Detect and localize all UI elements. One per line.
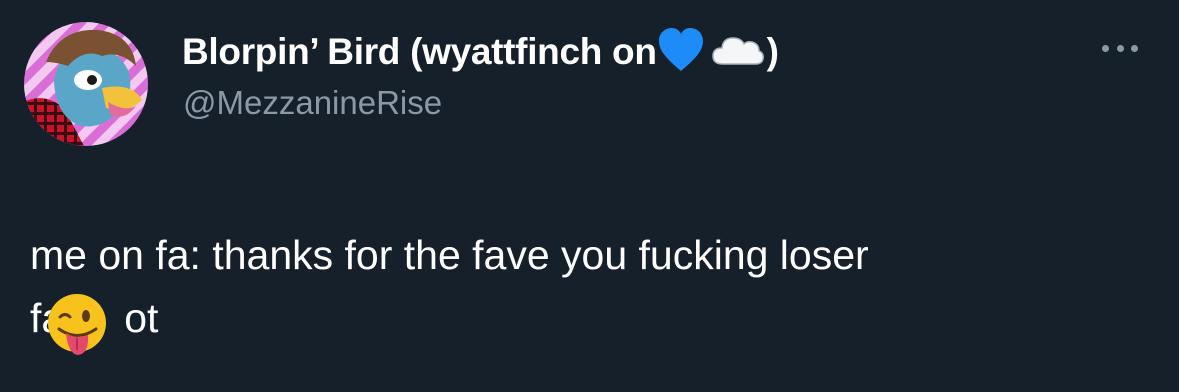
tweet-line-2-end: ot (124, 295, 159, 341)
tweet-line-2: fa ot (30, 287, 1150, 355)
author-name-row[interactable]: Blorpin’ Bird (wyattfinch on ) (182, 27, 779, 78)
more-dot-icon (1116, 44, 1124, 52)
blue-heart-icon (657, 27, 705, 78)
cloud-icon (711, 32, 765, 73)
tweet-line-1: me on fa: thanks for the fave you fuckin… (30, 232, 869, 278)
more-options-button[interactable] (1102, 38, 1138, 58)
author-name-suffix[interactable]: ) (767, 31, 779, 73)
tweet-body: me on fa: thanks for the fave you fuckin… (30, 224, 1150, 355)
winking-face-with-tongue-icon (48, 294, 107, 355)
author-handle[interactable]: @MezzanineRise (183, 84, 442, 122)
more-dot-icon (1131, 44, 1138, 52)
author-display-name[interactable]: Blorpin’ Bird (wyattfinch on (182, 31, 657, 73)
avatar-image (24, 22, 148, 146)
author-avatar[interactable] (24, 22, 148, 146)
more-dot-icon (1102, 44, 1109, 52)
